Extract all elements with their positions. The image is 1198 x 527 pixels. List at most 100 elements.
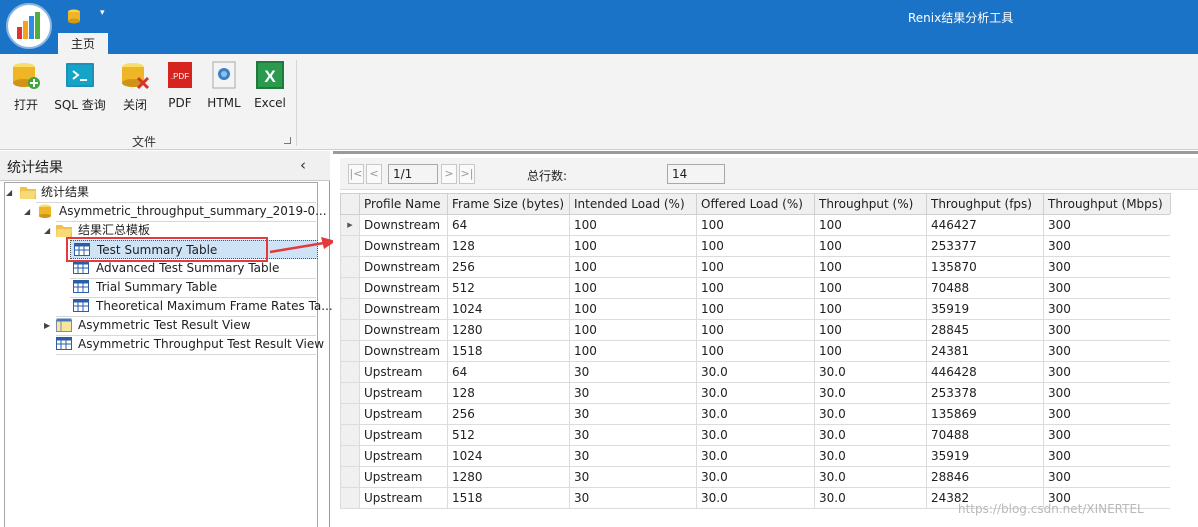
table-cell[interactable]: 100 — [814, 256, 927, 278]
tree-node-database[interactable]: ◢ Asymmetric_throughput_summary_2019-0..… — [24, 202, 327, 221]
table-cell[interactable]: 100 — [696, 319, 815, 341]
table-row[interactable]: Upstream 256 30 30.0 30.0 135869 300 — [340, 403, 1171, 425]
table-cell[interactable]: Upstream — [359, 361, 448, 383]
table-cell[interactable]: 30 — [569, 445, 697, 467]
table-cell[interactable]: 30 — [569, 487, 697, 509]
table-cell[interactable]: 30.0 — [696, 382, 815, 404]
collapse-arrow-icon[interactable]: ◢ — [6, 183, 16, 202]
first-page-button[interactable]: |< — [348, 164, 364, 184]
column-header[interactable]: Offered Load (%) — [696, 193, 815, 215]
table-cell[interactable]: 100 — [696, 256, 815, 278]
table-cell[interactable]: 100 — [569, 277, 697, 299]
table-row[interactable]: Upstream 1280 30 30.0 30.0 28846 300 — [340, 466, 1171, 488]
tree-node-trial-summary-table[interactable]: Trial Summary Table — [70, 278, 318, 297]
table-cell[interactable]: 300 — [1043, 382, 1171, 404]
table-row[interactable]: Upstream 1024 30 30.0 30.0 35919 300 — [340, 445, 1171, 467]
table-cell[interactable]: 100 — [814, 235, 927, 257]
table-cell[interactable]: Upstream — [359, 382, 448, 404]
table-cell[interactable]: Downstream — [359, 340, 448, 362]
table-cell[interactable]: Downstream — [359, 319, 448, 341]
column-header[interactable]: Throughput (%) — [814, 193, 927, 215]
row-indicator[interactable] — [340, 340, 360, 362]
page-input[interactable]: 1/1 — [388, 164, 438, 184]
table-cell[interactable]: 1518 — [447, 340, 570, 362]
table-cell[interactable]: 64 — [447, 361, 570, 383]
table-cell[interactable]: 24381 — [926, 340, 1044, 362]
table-cell[interactable]: Downstream — [359, 277, 448, 299]
table-cell[interactable]: 300 — [1043, 340, 1171, 362]
table-cell[interactable]: 300 — [1043, 256, 1171, 278]
table-cell[interactable]: 30 — [569, 382, 697, 404]
table-cell[interactable]: 100 — [696, 214, 815, 236]
table-cell[interactable]: 30.0 — [696, 445, 815, 467]
table-cell[interactable]: 128 — [447, 382, 570, 404]
table-cell[interactable]: 35919 — [926, 298, 1044, 320]
table-cell[interactable]: Upstream — [359, 487, 448, 509]
table-cell[interactable]: 30.0 — [696, 487, 815, 509]
table-cell[interactable]: 300 — [1043, 235, 1171, 257]
table-cell[interactable]: 300 — [1043, 277, 1171, 299]
table-cell[interactable]: 100 — [569, 256, 697, 278]
table-cell[interactable]: Downstream — [359, 235, 448, 257]
table-cell[interactable]: Upstream — [359, 424, 448, 446]
table-row[interactable]: Downstream 512 100 100 100 70488 300 — [340, 277, 1171, 299]
table-cell[interactable]: 100 — [696, 277, 815, 299]
table-row[interactable]: Downstream 256 100 100 100 135870 300 — [340, 256, 1171, 278]
table-cell[interactable]: 30.0 — [814, 424, 927, 446]
table-cell[interactable]: 100 — [696, 340, 815, 362]
table-cell[interactable]: 300 — [1043, 298, 1171, 320]
expand-arrow-icon[interactable]: ▶ — [44, 316, 54, 335]
table-cell[interactable]: 100 — [696, 298, 815, 320]
quick-access-dropdown-icon[interactable]: ▾ — [100, 8, 105, 18]
column-header[interactable]: Profile Name — [359, 193, 448, 215]
row-indicator[interactable] — [340, 256, 360, 278]
table-cell[interactable]: 1280 — [447, 466, 570, 488]
table-cell[interactable]: 35919 — [926, 445, 1044, 467]
table-cell[interactable]: 300 — [1043, 403, 1171, 425]
table-cell[interactable]: 30.0 — [814, 466, 927, 488]
table-cell[interactable]: 256 — [447, 256, 570, 278]
table-cell[interactable]: Downstream — [359, 214, 448, 236]
table-row[interactable]: ▶ Downstream 64 100 100 100 446427 300 — [340, 214, 1171, 236]
prev-page-button[interactable]: < — [366, 164, 382, 184]
group-launcher-icon[interactable] — [284, 137, 291, 144]
quick-access-open-icon[interactable] — [66, 8, 82, 24]
row-indicator[interactable] — [340, 445, 360, 467]
row-indicator[interactable] — [340, 298, 360, 320]
table-cell[interactable]: 30.0 — [696, 466, 815, 488]
excel-button[interactable]: X Excel — [246, 58, 294, 118]
row-indicator[interactable] — [340, 361, 360, 383]
table-cell[interactable]: 30.0 — [814, 445, 927, 467]
table-cell[interactable]: 30.0 — [696, 424, 815, 446]
tree-node-asymmetric-throughput-view[interactable]: Asymmetric Throughput Test Result View — [44, 335, 324, 354]
row-indicator[interactable] — [340, 277, 360, 299]
table-cell[interactable]: 253378 — [926, 382, 1044, 404]
column-header[interactable]: Intended Load (%) — [569, 193, 697, 215]
table-cell[interactable]: 1280 — [447, 319, 570, 341]
table-row[interactable]: Downstream 1024 100 100 100 35919 300 — [340, 298, 1171, 320]
table-cell[interactable]: 30.0 — [696, 403, 815, 425]
table-cell[interactable]: 300 — [1043, 424, 1171, 446]
table-cell[interactable]: 100 — [569, 214, 697, 236]
table-cell[interactable]: Upstream — [359, 445, 448, 467]
row-indicator[interactable] — [340, 235, 360, 257]
column-header[interactable]: Frame Size (bytes) — [447, 193, 570, 215]
table-cell[interactable]: Upstream — [359, 466, 448, 488]
table-cell[interactable]: 30.0 — [814, 403, 927, 425]
table-cell[interactable]: 70488 — [926, 277, 1044, 299]
table-cell[interactable]: 1024 — [447, 298, 570, 320]
open-button[interactable]: 打开 — [2, 58, 50, 118]
table-cell[interactable]: Downstream — [359, 256, 448, 278]
table-cell[interactable]: 1518 — [447, 487, 570, 509]
column-header[interactable]: Throughput (Mbps) — [1043, 193, 1171, 215]
table-cell[interactable]: 100 — [814, 319, 927, 341]
table-cell[interactable]: 30.0 — [814, 487, 927, 509]
table-cell[interactable]: Downstream — [359, 298, 448, 320]
column-header[interactable]: Throughput (fps) — [926, 193, 1044, 215]
table-cell[interactable]: 30.0 — [696, 361, 815, 383]
table-cell[interactable]: 100 — [569, 319, 697, 341]
table-row[interactable]: Upstream 512 30 30.0 30.0 70488 300 — [340, 424, 1171, 446]
collapse-arrow-icon[interactable]: ◢ — [24, 202, 34, 221]
table-cell[interactable]: 300 — [1043, 445, 1171, 467]
table-cell[interactable]: 100 — [814, 340, 927, 362]
